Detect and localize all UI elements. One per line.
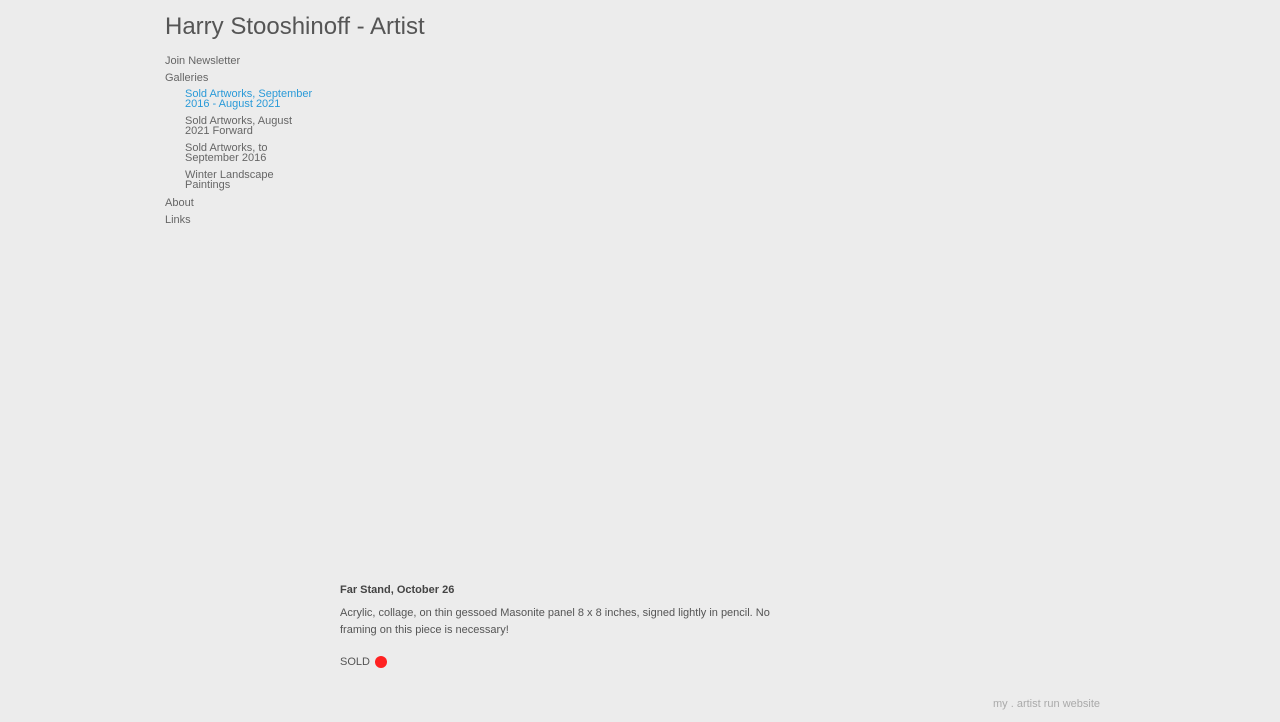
galleries-subnav: Sold Artworks, September 2016 - August 2… <box>165 89 320 191</box>
subnav-item-sold-2016-2021[interactable]: Sold Artworks, September 2016 - August 2… <box>185 89 320 110</box>
subnav-item-winter-landscape[interactable]: Winter Landscape Paintings <box>185 170 320 191</box>
subnav-item-label-line2: September 2016 <box>185 152 267 164</box>
nav-item-about[interactable]: About <box>165 197 325 214</box>
sold-dot-icon <box>374 656 387 668</box>
page: Harry Stooshinoff - Artist Join Newslett… <box>0 0 1280 722</box>
main-nav: Join Newsletter Galleries Sold Artworks,… <box>165 55 325 231</box>
sold-status: SOLD <box>340 656 780 668</box>
subnav-item-label-line2: 2021 Forward <box>185 125 253 137</box>
footer-link[interactable]: my . artist run website <box>993 698 1100 710</box>
subnav-item-label-line2: 2016 - August 2021 <box>185 98 281 110</box>
subnav-item-sold-2021-forward[interactable]: Sold Artworks, August 2021 Forward <box>185 116 320 137</box>
nav-item-galleries[interactable]: Galleries <box>165 72 325 89</box>
subnav-item-sold-to-2016[interactable]: Sold Artworks, to September 2016 <box>185 143 320 164</box>
subnav-item-label-line2: Paintings <box>185 179 231 191</box>
artwork-description: Acrylic, collage, on thin gessoed Masoni… <box>340 607 770 636</box>
nav-item-join-newsletter[interactable]: Join Newsletter <box>165 55 325 72</box>
sold-label: SOLD <box>340 656 370 668</box>
artwork-details: Far Stand, October 26 Acrylic, collage, … <box>340 584 780 668</box>
nav-item-links[interactable]: Links <box>165 214 325 231</box>
site-title[interactable]: Harry Stooshinoff - Artist <box>165 12 425 42</box>
artwork-title: Far Stand, October 26 <box>340 584 455 596</box>
